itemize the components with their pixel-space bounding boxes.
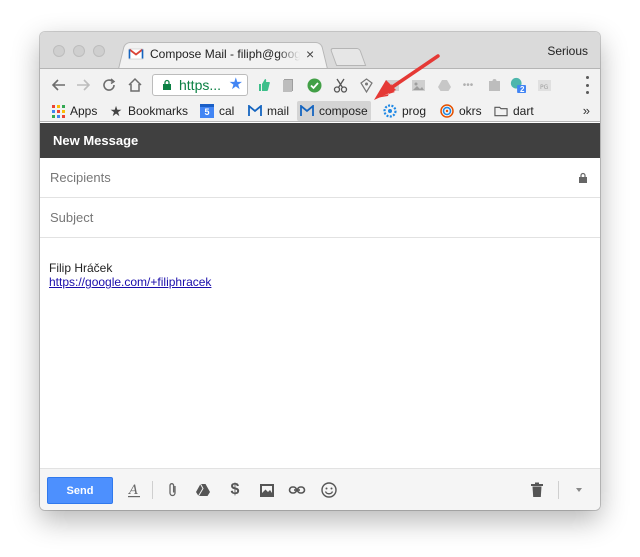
bookmark-mail[interactable]: mail: [245, 101, 292, 121]
bookmark-compose[interactable]: compose: [297, 101, 371, 121]
more-dots-extension-icon[interactable]: •••: [460, 77, 476, 93]
url-text: https...: [179, 77, 222, 93]
profile-name[interactable]: Serious: [547, 44, 588, 58]
bookmark-label: Bookmarks: [128, 104, 189, 118]
formatting-icon[interactable]: A: [125, 481, 143, 499]
svg-text:PG: PG: [540, 84, 549, 91]
insert-photo-icon[interactable]: [258, 481, 276, 499]
bookmark-star-icon[interactable]: ★: [229, 77, 243, 93]
trash-icon[interactable]: [528, 481, 546, 499]
home-button[interactable]: [126, 76, 144, 94]
zoom-window-button[interactable]: [93, 45, 105, 57]
bookmark-dart[interactable]: dart: [491, 101, 537, 121]
lock-icon: [163, 79, 171, 90]
bookmark-cal[interactable]: 5 cal: [197, 101, 237, 121]
reload-icon: [103, 78, 116, 91]
dollar-icon[interactable]: $: [226, 481, 244, 499]
target-icon: [440, 104, 454, 118]
page-extension-icon[interactable]: [280, 77, 296, 93]
extension-badge-count: 2: [520, 85, 525, 94]
drive-icon[interactable]: [194, 481, 212, 499]
lock-icon: [579, 172, 587, 183]
bookmark-label: dart: [513, 104, 534, 118]
star-icon: ★: [109, 102, 123, 119]
compose-header: New Message: [40, 123, 600, 158]
message-body[interactable]: Filip Hráček https://google.com/+filiphr…: [40, 238, 600, 468]
scissors-extension-icon[interactable]: [332, 77, 348, 93]
toolbar-divider: [152, 481, 153, 499]
arrow-right-icon: [77, 79, 91, 91]
new-tab-button[interactable]: [329, 48, 367, 66]
attach-icon[interactable]: [164, 481, 182, 499]
check-circle-extension-icon[interactable]: [306, 77, 322, 93]
signature-link[interactable]: https://google.com/+filiphracek: [49, 275, 211, 289]
svg-text:A: A: [128, 483, 138, 498]
tab-close-icon[interactable]: ×: [306, 47, 314, 61]
green-badge-extension-icon[interactable]: 2: [510, 77, 526, 94]
calendar-day: 5: [204, 107, 210, 117]
bookmark-bookmarks[interactable]: ★ Bookmarks: [106, 101, 191, 121]
bookmark-prog[interactable]: prog: [380, 101, 429, 121]
thumbs-up-extension-icon[interactable]: [256, 77, 272, 93]
tab-title: Compose Mail - filiph@google.com: [150, 47, 300, 61]
back-button[interactable]: [50, 76, 68, 94]
close-window-button[interactable]: [53, 45, 65, 57]
bookmark-label: prog: [402, 104, 427, 118]
bookmark-label: cal: [219, 104, 235, 118]
tab-compose-mail[interactable]: Compose Mail - filiph@google.com ×: [124, 41, 324, 67]
gmail-icon: [128, 48, 144, 60]
compose-bottom-bar: Send A $: [40, 468, 600, 510]
signature-name: Filip Hráček: [49, 261, 113, 275]
subject-field[interactable]: Subject: [40, 198, 600, 238]
reload-button[interactable]: [100, 76, 118, 94]
forward-button[interactable]: [74, 76, 92, 94]
bookmarks-bar: Apps ★ Bookmarks 5 cal mail compose prog…: [40, 100, 600, 122]
image-extension-icon[interactable]: [410, 77, 426, 93]
send-button[interactable]: Send: [47, 477, 113, 504]
browser-window: Compose Mail - filiph@google.com × Serio…: [40, 32, 600, 510]
emoji-icon[interactable]: [320, 481, 338, 499]
drive-extension-icon[interactable]: [436, 77, 452, 93]
toolbar-divider: [558, 481, 559, 499]
gear-flower-icon: [383, 104, 397, 118]
folder-icon: [494, 104, 508, 118]
grey-extension-icon-1[interactable]: [384, 77, 400, 93]
bookmark-label: compose: [319, 104, 368, 118]
bookmark-label: okrs: [459, 104, 482, 118]
bookmarks-overflow-icon[interactable]: »: [583, 103, 590, 118]
bookmark-label: mail: [267, 104, 290, 118]
chrome-menu-button[interactable]: [584, 76, 590, 94]
shield-extension-icon[interactable]: [358, 77, 374, 93]
gmail-icon: [300, 104, 314, 118]
bookmark-okrs[interactable]: okrs: [437, 101, 485, 121]
bookmark-label: Apps: [70, 104, 98, 118]
apps-grid-icon: [51, 104, 65, 118]
tab-strip: Compose Mail - filiph@google.com × Serio…: [40, 32, 600, 69]
browser-toolbar: https... ★ ••• 2 PG: [40, 68, 600, 100]
puzzle-extension-icon[interactable]: [486, 77, 502, 93]
compose-title: New Message: [53, 133, 139, 148]
address-bar[interactable]: https... ★: [152, 74, 248, 96]
bookmark-apps[interactable]: Apps: [48, 101, 100, 121]
home-icon: [128, 77, 142, 92]
arrow-left-icon: [51, 79, 65, 91]
subject-placeholder: Subject: [50, 210, 94, 225]
recipients-placeholder: Recipients: [50, 170, 111, 185]
recipients-field[interactable]: Recipients: [40, 158, 600, 198]
calendar-icon: 5: [200, 104, 214, 118]
link-icon[interactable]: [288, 481, 306, 499]
gmail-icon: [248, 104, 262, 118]
more-options-chevron-down-icon[interactable]: [570, 481, 588, 499]
pg-extension-icon[interactable]: PG: [536, 77, 552, 93]
minimize-window-button[interactable]: [73, 45, 85, 57]
